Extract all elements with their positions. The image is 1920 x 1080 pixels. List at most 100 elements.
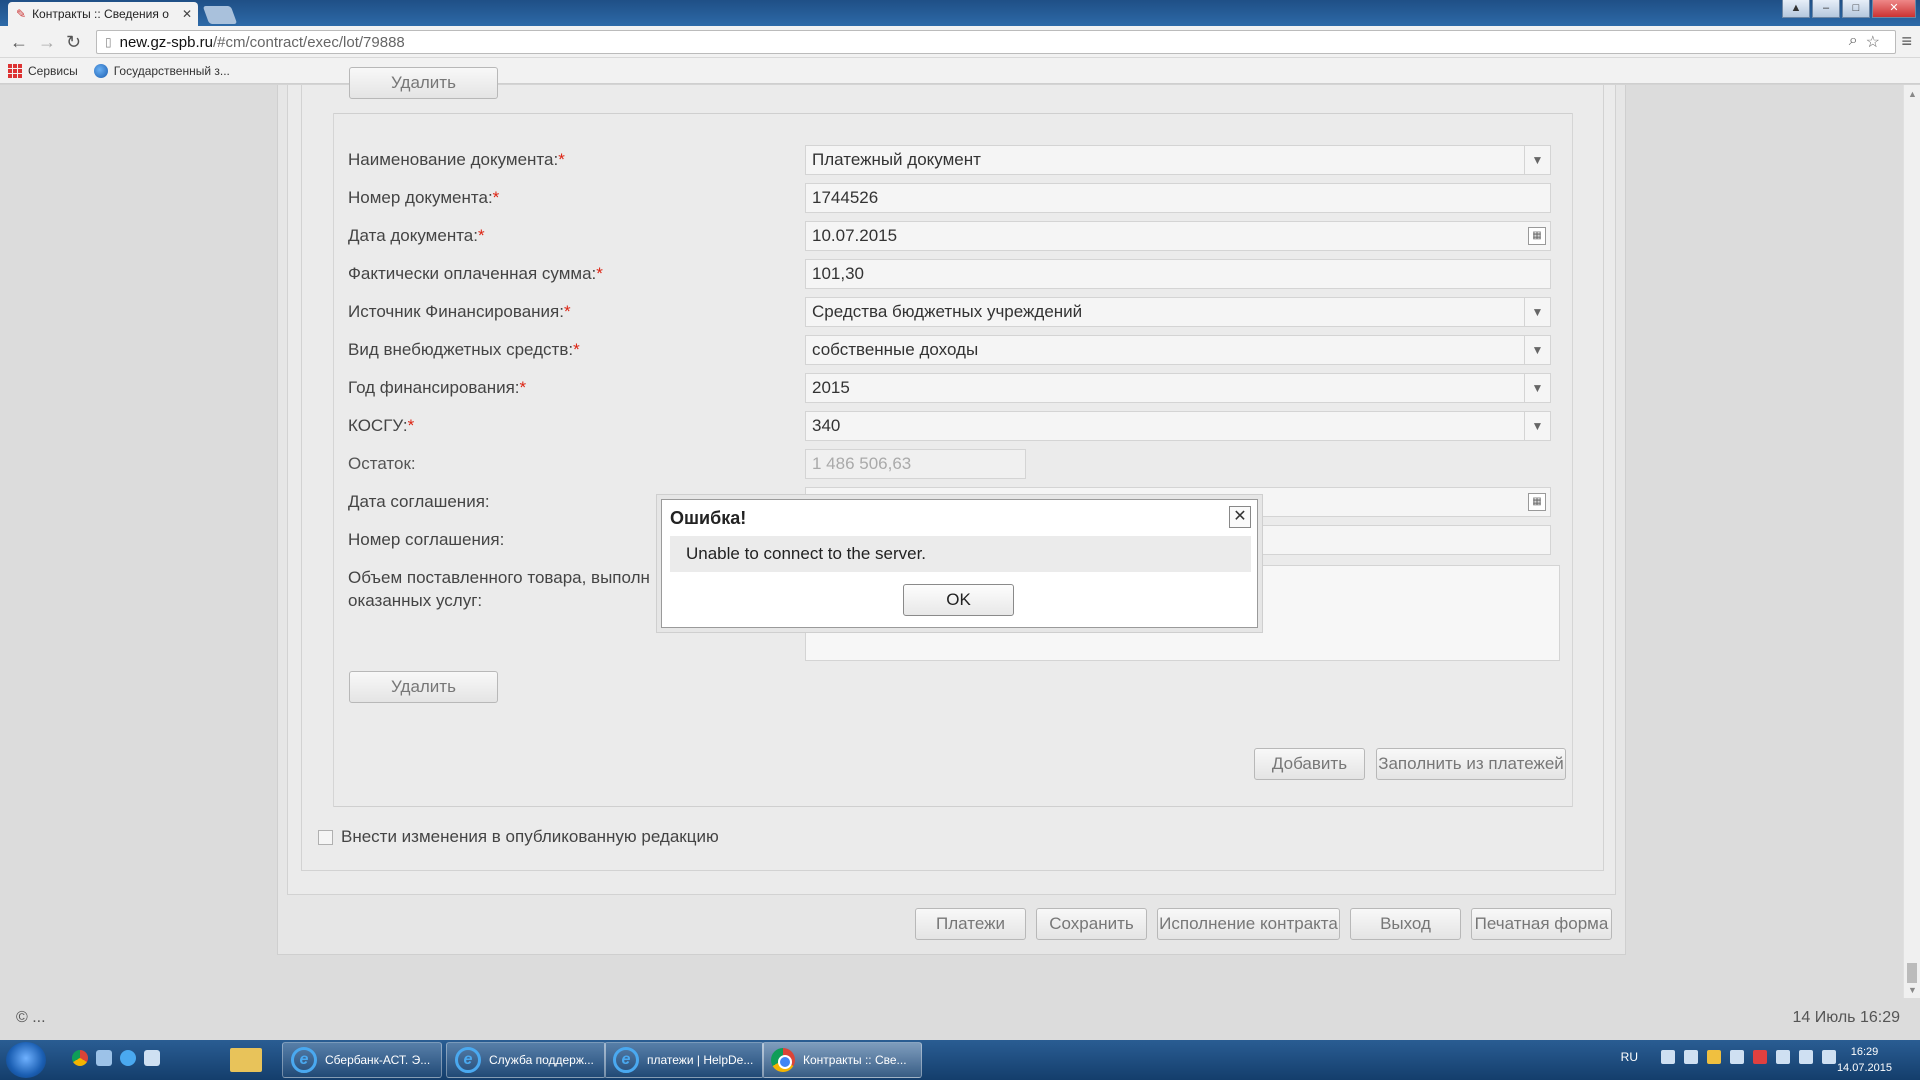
flag-icon[interactable] xyxy=(1822,1050,1836,1064)
browser-toolbar: ← → ↻ ▯ new.gz-spb.ru /#cm/contract/exec… xyxy=(0,26,1920,58)
remainder-field: 1 486 506,63 xyxy=(805,449,1026,479)
calendar-icon[interactable]: ▦ xyxy=(1528,227,1546,245)
label-doc-date: Дата документа:* xyxy=(348,226,485,245)
exit-button[interactable]: Выход xyxy=(1350,908,1461,940)
scroll-down-icon[interactable]: ▼ xyxy=(1908,985,1917,995)
site-favicon-icon: ✎ xyxy=(16,7,27,21)
folder-icon[interactable] xyxy=(230,1048,262,1072)
funding-year-select[interactable]: 2015 ▼ xyxy=(805,373,1551,403)
explorer-quicklaunch-icon[interactable] xyxy=(144,1050,160,1066)
apps-icon xyxy=(8,63,22,78)
chrome-quicklaunch-icon[interactable] xyxy=(72,1050,88,1066)
page-footer: © ... 14 Июль 16:29 xyxy=(0,998,1920,1040)
calendar-icon[interactable]: ▦ xyxy=(1528,493,1546,511)
close-icon[interactable]: ✕ xyxy=(1229,506,1251,528)
chevron-down-icon[interactable]: ▼ xyxy=(1524,374,1550,402)
taskbar-item-label: Служба поддерж... xyxy=(489,1053,594,1067)
chevron-down-icon[interactable]: ▼ xyxy=(1524,412,1550,440)
doc-number-input[interactable]: 1744526 xyxy=(805,183,1551,213)
volume-icon[interactable] xyxy=(1799,1050,1813,1064)
browser-tabstrip: ✎ Контракты :: Сведения о ✕ ▲ – □ ✕ xyxy=(0,0,1920,26)
print-form-button[interactable]: Печатная форма xyxy=(1471,908,1612,940)
new-tab-button[interactable] xyxy=(202,6,238,24)
tab-close-icon[interactable]: ✕ xyxy=(182,7,192,21)
doc-date-input[interactable]: 10.07.2015 ▦ xyxy=(805,221,1551,251)
label-extrabudget-type: Вид внебюджетных средств:* xyxy=(348,340,580,359)
kosgu-select[interactable]: 340 ▼ xyxy=(805,411,1551,441)
fill-from-payments-button[interactable]: Заполнить из платежей xyxy=(1376,748,1566,780)
paid-amount-input[interactable]: 101,30 xyxy=(805,259,1551,289)
label-agreement-number: Номер соглашения: xyxy=(348,530,505,549)
bookmarks-bar: Сервисы Государственный з... xyxy=(0,58,1920,84)
edit-published-row[interactable]: Внести изменения в опубликованную редакц… xyxy=(318,827,719,847)
chevron-down-icon[interactable]: ▼ xyxy=(1524,336,1550,364)
chevron-down-icon[interactable]: ▼ xyxy=(1524,146,1550,174)
globe-icon xyxy=(93,63,108,78)
ok-button[interactable]: OK xyxy=(903,584,1014,616)
contract-execution-button[interactable]: Исполнение контракта xyxy=(1157,908,1340,940)
label-paid-amount: Фактически оплаченная сумма:* xyxy=(348,264,603,283)
taskbar-item-sberbank[interactable]: e Сбербанк-АСТ. Э... xyxy=(282,1042,442,1078)
language-indicator[interactable]: RU xyxy=(1621,1050,1638,1064)
system-clock[interactable]: 16:29 14.07.2015 xyxy=(1837,1044,1892,1076)
chevron-down-icon[interactable]: ▼ xyxy=(1524,298,1550,326)
tray-icon[interactable] xyxy=(1661,1050,1675,1064)
edit-published-checkbox[interactable] xyxy=(318,829,333,845)
tray-icon[interactable] xyxy=(1753,1050,1767,1064)
maximize-button[interactable]: □ xyxy=(1842,0,1870,18)
page-scrollbar[interactable]: ▲ ▼ xyxy=(1903,85,1920,998)
minimize-button[interactable]: – xyxy=(1812,0,1840,18)
label-volume-line1: Объем поставленного товара, выполн xyxy=(348,568,650,587)
save-button[interactable]: Сохранить xyxy=(1036,908,1147,940)
forward-arrow-icon[interactable]: → xyxy=(38,32,56,52)
clock-date: 14.07.2015 xyxy=(1836,1062,1892,1074)
reload-icon[interactable]: ↻ xyxy=(66,32,81,52)
ie-quicklaunch-icon[interactable] xyxy=(120,1050,136,1066)
payments-button[interactable]: Платежи xyxy=(915,908,1026,940)
page-icon: ▯ xyxy=(105,35,112,49)
browser-tab[interactable]: ✎ Контракты :: Сведения о ✕ xyxy=(8,2,198,26)
doc-name-select[interactable]: Платежный документ ▼ xyxy=(805,145,1551,175)
chrome-icon xyxy=(771,1048,795,1072)
funding-source-select[interactable]: Средства бюджетных учреждений ▼ xyxy=(805,297,1551,327)
start-button[interactable] xyxy=(6,1042,46,1078)
top-delete-button[interactable]: Удалить xyxy=(349,67,498,99)
system-tray: RU xyxy=(1621,1050,1836,1064)
scroll-up-icon[interactable]: ▲ xyxy=(1908,89,1917,99)
user-icon[interactable]: ▲ xyxy=(1782,0,1810,18)
network-icon[interactable] xyxy=(1776,1050,1790,1064)
taskbar-item-contracts[interactable]: Контракты :: Све... xyxy=(762,1042,922,1078)
footer-datetime: 14 Июль 16:29 xyxy=(1792,1009,1900,1026)
taskbar-item-label: Контракты :: Све... xyxy=(803,1053,907,1067)
delete-button[interactable]: Удалить xyxy=(349,671,498,703)
taskbar-item-label: Сбербанк-АСТ. Э... xyxy=(325,1053,431,1067)
label-kosgu: КОСГУ:* xyxy=(348,416,415,435)
menu-icon[interactable]: ≡ xyxy=(1901,31,1912,52)
close-window-button[interactable]: ✕ xyxy=(1872,0,1916,18)
edit-published-label: Внести изменения в опубликованную редакц… xyxy=(341,827,719,846)
ie-icon: e xyxy=(613,1047,639,1073)
label-doc-number: Номер документа:* xyxy=(348,188,500,207)
add-button[interactable]: Добавить xyxy=(1254,748,1365,780)
label-volume-line2: оказанных услуг: xyxy=(348,591,483,610)
address-bar[interactable]: ▯ new.gz-spb.ru /#cm/contract/exec/lot/7… xyxy=(96,30,1896,54)
tray-icon[interactable] xyxy=(1730,1050,1744,1064)
window-controls: ▲ – □ ✕ xyxy=(1782,0,1916,18)
back-arrow-icon[interactable]: ← xyxy=(10,32,28,52)
zoom-icon[interactable]: ⌕ xyxy=(1849,32,1858,52)
star-icon[interactable]: ☆ xyxy=(1866,32,1880,52)
desktop-icon[interactable] xyxy=(96,1050,112,1066)
tray-icon[interactable] xyxy=(1684,1050,1698,1064)
windows-taskbar: e Сбербанк-АСТ. Э... e Служба поддерж...… xyxy=(0,1040,1920,1080)
scrollbar-thumb[interactable] xyxy=(1907,963,1917,983)
url-path: /#cm/contract/exec/lot/79888 xyxy=(213,33,405,51)
tab-title: Контракты :: Сведения о xyxy=(32,7,169,21)
bookmark-gov[interactable]: Государственный з... xyxy=(93,63,230,78)
ie-icon: e xyxy=(455,1047,481,1073)
tray-icon[interactable] xyxy=(1707,1050,1721,1064)
quick-launch xyxy=(72,1050,160,1066)
extrabudget-type-select[interactable]: собственные доходы ▼ xyxy=(805,335,1551,365)
taskbar-item-support[interactable]: e Служба поддерж... xyxy=(446,1042,606,1078)
bookmark-services[interactable]: Сервисы xyxy=(8,63,78,78)
taskbar-item-payments[interactable]: e платежи | HelpDe... xyxy=(604,1042,764,1078)
